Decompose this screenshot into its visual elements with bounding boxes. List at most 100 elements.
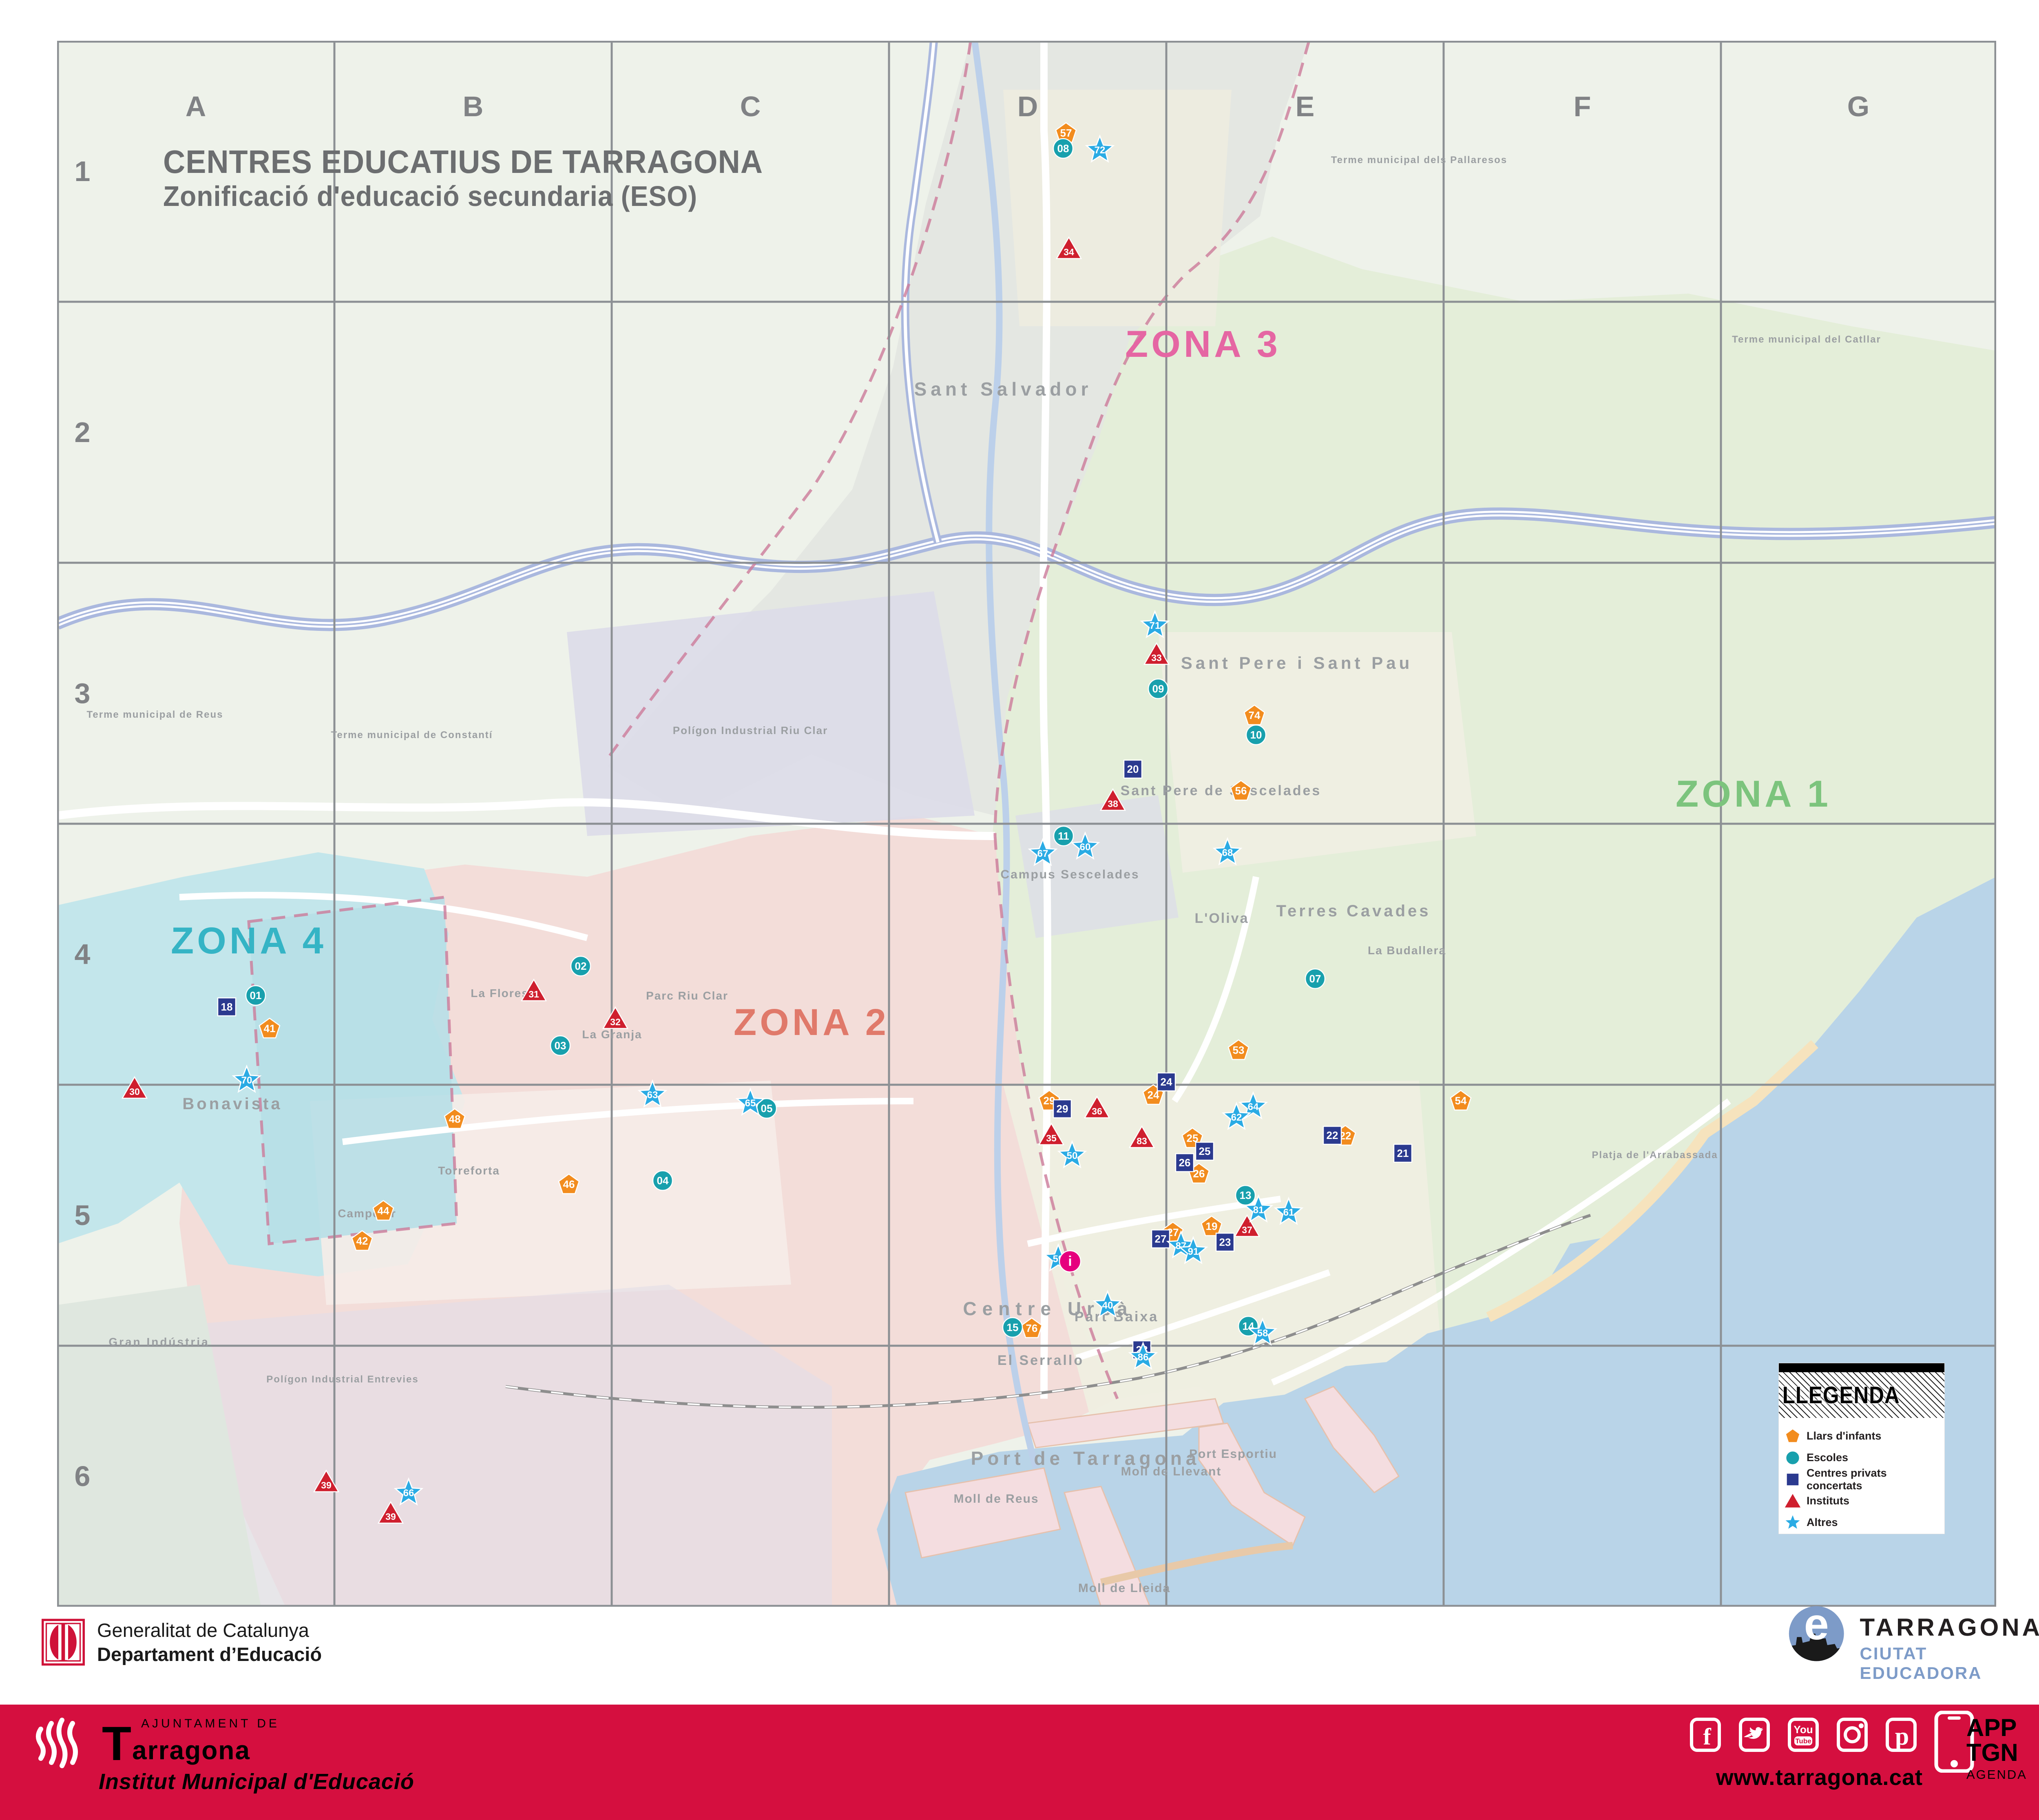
svg-text:You: You [1794, 1723, 1813, 1736]
twitter-icon [1738, 1718, 1771, 1752]
map-label: Moll de Llevant [1121, 1465, 1222, 1478]
grid-row-2: 2 [75, 416, 91, 448]
map-label: La Granja [582, 1028, 642, 1041]
page-title: CENTRES EDUCATIUS DE TARRAGONA [163, 144, 763, 180]
grid-row-5: 5 [75, 1199, 91, 1231]
map-label: Bonavista [182, 1095, 282, 1113]
marker-square-25: 25 [1196, 1142, 1214, 1160]
svg-text:04: 04 [657, 1174, 669, 1187]
legend-item: Centres privats concertats [1785, 1468, 1944, 1490]
riu-clar-industrial [567, 591, 975, 836]
svg-text:38: 38 [1108, 798, 1118, 809]
svg-text:32: 32 [610, 1017, 621, 1027]
youtube-icon: YouTube [1787, 1718, 1820, 1752]
svg-text:42: 42 [356, 1235, 368, 1247]
svg-text:61: 61 [1283, 1207, 1294, 1218]
map-label: Sant Pere i Sant Pau [1181, 653, 1413, 672]
grid-row-1: 1 [75, 155, 91, 187]
svg-text:36: 36 [1092, 1106, 1102, 1117]
svg-text:56: 56 [1235, 785, 1247, 797]
generalitat-block: Generalitat de Catalunya Departament d’E… [41, 1618, 322, 1666]
svg-text:81: 81 [1253, 1205, 1264, 1216]
svg-text:01: 01 [250, 989, 262, 1002]
marker-square-22: 22 [1323, 1126, 1341, 1144]
map-label: Polígon Industrial Entrevies [266, 1374, 418, 1385]
svg-text:41: 41 [264, 1022, 276, 1035]
marker-square-29: 29 [1053, 1100, 1071, 1118]
circle-icon [1785, 1450, 1801, 1466]
svg-text:68: 68 [1222, 847, 1233, 858]
svg-text:83: 83 [1137, 1136, 1147, 1146]
svg-text:37: 37 [1242, 1225, 1252, 1235]
svg-text:05: 05 [761, 1102, 773, 1115]
svg-text:29: 29 [1057, 1103, 1068, 1115]
svg-text:65: 65 [745, 1098, 756, 1109]
pinterest-icon: p [1885, 1718, 1917, 1752]
marker-square-18: 18 [218, 998, 236, 1016]
legend-item: Instituts [1785, 1490, 1944, 1512]
svg-text:27: 27 [1155, 1233, 1167, 1245]
svg-text:57: 57 [1060, 127, 1072, 139]
svg-text:20: 20 [1127, 763, 1139, 775]
instagram-icon [1836, 1718, 1869, 1752]
app-tgn-block: APP TGN AGENDA [1966, 1715, 2027, 1781]
marker-circle-01: 01 [246, 986, 265, 1005]
svg-text:19: 19 [1206, 1220, 1218, 1232]
entrevies-industrial [179, 1285, 832, 1607]
sescelades-campus [1015, 795, 1179, 938]
legend-top-bar [1779, 1363, 1944, 1372]
svg-text:66: 66 [403, 1488, 414, 1499]
svg-text:58: 58 [1257, 1328, 1268, 1339]
marker-square-20: 20 [1124, 760, 1142, 778]
svg-text:08: 08 [1057, 142, 1069, 155]
grid-row-3: 3 [75, 677, 91, 709]
marker-info-i: i [1059, 1251, 1081, 1272]
map-label: Sant Salvador [914, 378, 1092, 400]
zone-label-zona-4: ZONA 4 [171, 920, 327, 962]
map-area: Sant SalvadorTerme municipal dels Pallar… [57, 41, 1996, 1607]
tarragona-map: Sant SalvadorTerme municipal dels Pallar… [57, 41, 1996, 1607]
generalitat-logo-icon [41, 1618, 86, 1666]
zone-label-zona-1: ZONA 1 [1676, 773, 1831, 815]
legend-title: LLEGENDA [1779, 1382, 1900, 1409]
svg-text:91: 91 [1188, 1246, 1199, 1257]
map-label: Port Esportiu [1189, 1447, 1277, 1461]
svg-text:15: 15 [1007, 1321, 1019, 1333]
map-label: Part Baixa [1075, 1309, 1159, 1325]
map-label: Platja de l'Arrabassada [1592, 1150, 1718, 1161]
zone-label-zona-2: ZONA 2 [734, 1002, 889, 1043]
ciutat-educadora-block: e TARRAGONA CIUTAT EDUCADORA [1788, 1603, 2039, 1683]
marker-square-23: 23 [1216, 1233, 1234, 1251]
svg-text:63: 63 [647, 1090, 658, 1101]
app-line1: APP [1966, 1715, 2027, 1740]
marker-circle-09: 09 [1148, 679, 1168, 699]
svg-text:26: 26 [1193, 1168, 1205, 1180]
poster-page: Sant SalvadorTerme municipal dels Pallar… [0, 0, 2039, 1820]
grid-column-A: A [186, 91, 206, 122]
social-icons-row: fYouTubep [1689, 1718, 1917, 1752]
zone-label-zona-3: ZONA 3 [1125, 323, 1281, 365]
svg-text:09: 09 [1152, 683, 1164, 695]
svg-text:76: 76 [1026, 1322, 1038, 1334]
svg-text:02: 02 [575, 960, 587, 972]
grid-column-E: E [1296, 91, 1315, 122]
legend-header: LLEGENDA [1779, 1372, 1944, 1418]
svg-text:46: 46 [563, 1178, 575, 1190]
map-label: Parc Riu Clar [646, 989, 728, 1002]
legend-item: Llars d'infants [1785, 1425, 1944, 1447]
svg-text:30: 30 [129, 1086, 140, 1097]
map-label: L'Oliva [1194, 911, 1249, 926]
svg-text:70: 70 [241, 1075, 252, 1086]
grid-column-C: C [740, 91, 761, 122]
svg-text:64: 64 [1248, 1101, 1259, 1112]
grid-column-D: D [1017, 91, 1038, 122]
legend-item-label: Altres [1807, 1516, 1838, 1529]
app-line2: TGN [1966, 1740, 2027, 1765]
svg-text:62: 62 [1231, 1112, 1242, 1123]
svg-text:23: 23 [1219, 1236, 1231, 1248]
generalitat-line1: Generalitat de Catalunya [97, 1619, 322, 1641]
svg-text:p: p [1895, 1723, 1909, 1750]
legend-item-label: Instituts [1807, 1495, 1849, 1507]
map-label: Gran Indústria [108, 1336, 209, 1348]
map-label: Moll de Lleida [1078, 1581, 1170, 1595]
